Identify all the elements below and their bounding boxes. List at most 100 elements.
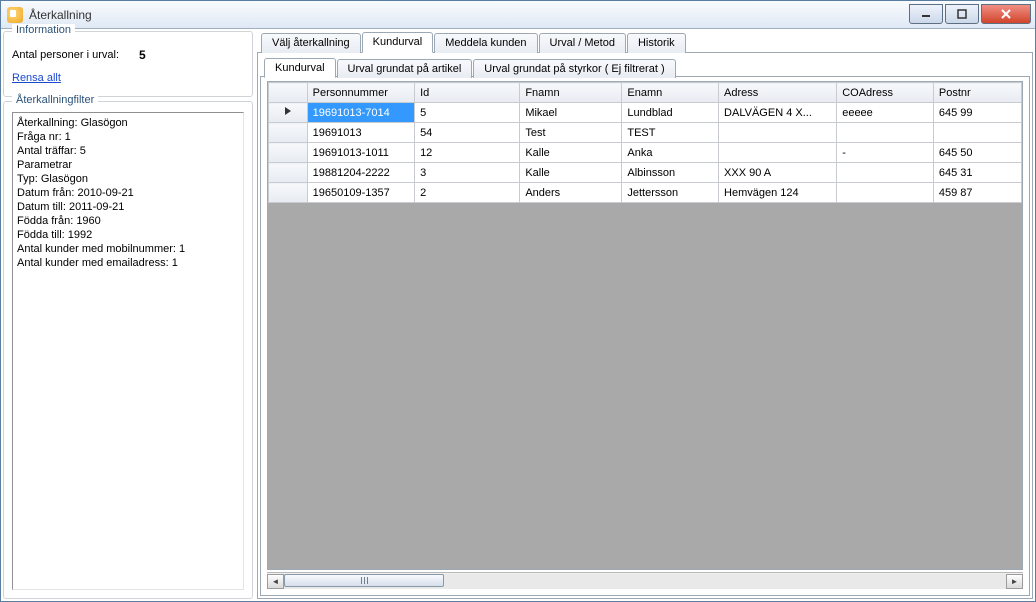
cell[interactable]: 2 — [415, 183, 520, 203]
row-header[interactable] — [269, 183, 308, 203]
sub-tab-0[interactable]: Kundurval — [264, 58, 336, 78]
cell[interactable]: 19881204-2222 — [307, 163, 414, 183]
info-legend: Information — [12, 24, 75, 36]
horizontal-scrollbar[interactable]: ◄ ► — [267, 572, 1023, 589]
filter-groupbox: Återkallningfilter Återkallning: Glasögo… — [3, 101, 253, 599]
cell[interactable]: Jettersson — [622, 183, 719, 203]
sub-tab-1[interactable]: Urval grundat på artikel — [337, 59, 473, 78]
table-row[interactable]: 19691013-101112KalleAnka -645 50 — [269, 143, 1022, 163]
filter-line: Typ: Glasögon — [17, 172, 239, 186]
row-header[interactable] — [269, 103, 308, 123]
column-header[interactable]: Id — [415, 83, 520, 103]
filter-line: Antal träffar: 5 — [17, 144, 239, 158]
cell[interactable]: 19650109-1357 — [307, 183, 414, 203]
info-groupbox: Information Antal personer i urval: 5 Re… — [3, 31, 253, 97]
cell[interactable] — [837, 163, 934, 183]
data-grid[interactable]: PersonnummerIdFnamnEnamnAdressCOAdressPo… — [267, 81, 1023, 570]
cell[interactable]: 645 99 — [933, 103, 1021, 123]
table-row[interactable]: 19691013-70145MikaelLundbladDALVÄGEN 4 X… — [269, 103, 1022, 123]
sub-tabs: KundurvalUrval grundat på artikelUrval g… — [260, 57, 1030, 77]
maximize-icon — [957, 9, 967, 19]
cell[interactable]: TEST — [622, 123, 719, 143]
count-value: 5 — [139, 48, 146, 62]
grid-empty-area — [268, 203, 1022, 569]
cell[interactable] — [837, 123, 934, 143]
main-tabs: Välj återkallningKundurvalMeddela kunden… — [257, 31, 1033, 52]
table-row[interactable]: 1969101354TestTEST — [269, 123, 1022, 143]
main-tab-urval-metod[interactable]: Urval / Metod — [539, 33, 626, 53]
app-window: Återkallning Information Antal personer … — [0, 0, 1036, 602]
cell[interactable]: Test — [520, 123, 622, 143]
row-header[interactable] — [269, 163, 308, 183]
filter-line: Antal kunder med mobilnummer: 1 — [17, 242, 239, 256]
filter-content: Återkallning: GlasögonFråga nr: 1Antal t… — [12, 112, 244, 590]
scroll-left-button[interactable]: ◄ — [267, 574, 284, 589]
sub-tab-panel: PersonnummerIdFnamnEnamnAdressCOAdressPo… — [260, 76, 1030, 596]
scroll-right-button[interactable]: ► — [1006, 574, 1023, 589]
filter-line: Födda från: 1960 — [17, 214, 239, 228]
cell[interactable]: 12 — [415, 143, 520, 163]
cell[interactable]: Mikael — [520, 103, 622, 123]
maximize-button[interactable] — [945, 4, 979, 24]
column-header[interactable]: Postnr — [933, 83, 1021, 103]
column-header[interactable]: Personnummer — [307, 83, 414, 103]
cell[interactable]: XXX 90 A — [719, 163, 837, 183]
filter-legend: Återkallningfilter — [12, 94, 98, 106]
filter-line: Fråga nr: 1 — [17, 130, 239, 144]
minimize-button[interactable] — [909, 4, 943, 24]
window-title: Återkallning — [29, 8, 92, 22]
cell[interactable]: 645 31 — [933, 163, 1021, 183]
close-button[interactable] — [981, 4, 1031, 24]
column-header[interactable]: COAdress — [837, 83, 934, 103]
cell[interactable] — [719, 123, 837, 143]
filter-line: Datum från: 2010-09-21 — [17, 186, 239, 200]
cell[interactable] — [933, 123, 1021, 143]
filter-line: Födda till: 1992 — [17, 228, 239, 242]
cell[interactable]: 19691013-7014 — [307, 103, 414, 123]
cell[interactable]: Kalle — [520, 163, 622, 183]
cell[interactable]: 19691013 — [307, 123, 414, 143]
column-header[interactable]: Adress — [719, 83, 837, 103]
cell[interactable]: 645 50 — [933, 143, 1021, 163]
title-bar: Återkallning — [1, 1, 1035, 29]
scroll-track[interactable] — [284, 574, 1006, 589]
scroll-thumb[interactable] — [284, 574, 444, 587]
cell[interactable]: Kalle — [520, 143, 622, 163]
sub-tab-2[interactable]: Urval grundat på styrkor ( Ej filtrerat … — [473, 59, 675, 78]
count-label: Antal personer i urval: — [12, 49, 119, 61]
app-icon — [7, 7, 23, 23]
clear-all-link[interactable]: Rensa allt — [12, 72, 61, 84]
cell[interactable]: Anka — [622, 143, 719, 163]
row-indicator-icon — [283, 106, 293, 116]
table-row[interactable]: 19881204-22223KalleAlbinssonXXX 90 A 645 … — [269, 163, 1022, 183]
cell[interactable]: Anders — [520, 183, 622, 203]
cell[interactable]: 5 — [415, 103, 520, 123]
close-icon — [1000, 9, 1012, 19]
main-tab-meddela-kunden[interactable]: Meddela kunden — [434, 33, 537, 53]
cell[interactable]: 3 — [415, 163, 520, 183]
cell[interactable]: eeeee — [837, 103, 934, 123]
row-header[interactable] — [269, 143, 308, 163]
minimize-icon — [921, 9, 931, 19]
column-header[interactable]: Fnamn — [520, 83, 622, 103]
cell[interactable]: 19691013-1011 — [307, 143, 414, 163]
cell[interactable]: - — [837, 143, 934, 163]
cell[interactable]: Albinsson — [622, 163, 719, 183]
cell[interactable]: 459 87 — [933, 183, 1021, 203]
column-header[interactable]: Enamn — [622, 83, 719, 103]
cell[interactable] — [719, 143, 837, 163]
main-tab-v-lj-terkallning[interactable]: Välj återkallning — [261, 33, 361, 53]
cell[interactable]: Hemvägen 124 — [719, 183, 837, 203]
row-header[interactable] — [269, 123, 308, 143]
main-tab-kundurval[interactable]: Kundurval — [362, 32, 434, 53]
cell[interactable] — [837, 183, 934, 203]
cell[interactable]: DALVÄGEN 4 X... — [719, 103, 837, 123]
filter-line: Återkallning: Glasögon — [17, 116, 239, 130]
filter-line: Datum till: 2011-09-21 — [17, 200, 239, 214]
cell[interactable]: 54 — [415, 123, 520, 143]
filter-line: Antal kunder med emailadress: 1 — [17, 256, 239, 270]
table-row[interactable]: 19650109-13572AndersJetterssonHemvägen 1… — [269, 183, 1022, 203]
row-header-corner — [269, 83, 308, 103]
cell[interactable]: Lundblad — [622, 103, 719, 123]
main-tab-historik[interactable]: Historik — [627, 33, 686, 53]
